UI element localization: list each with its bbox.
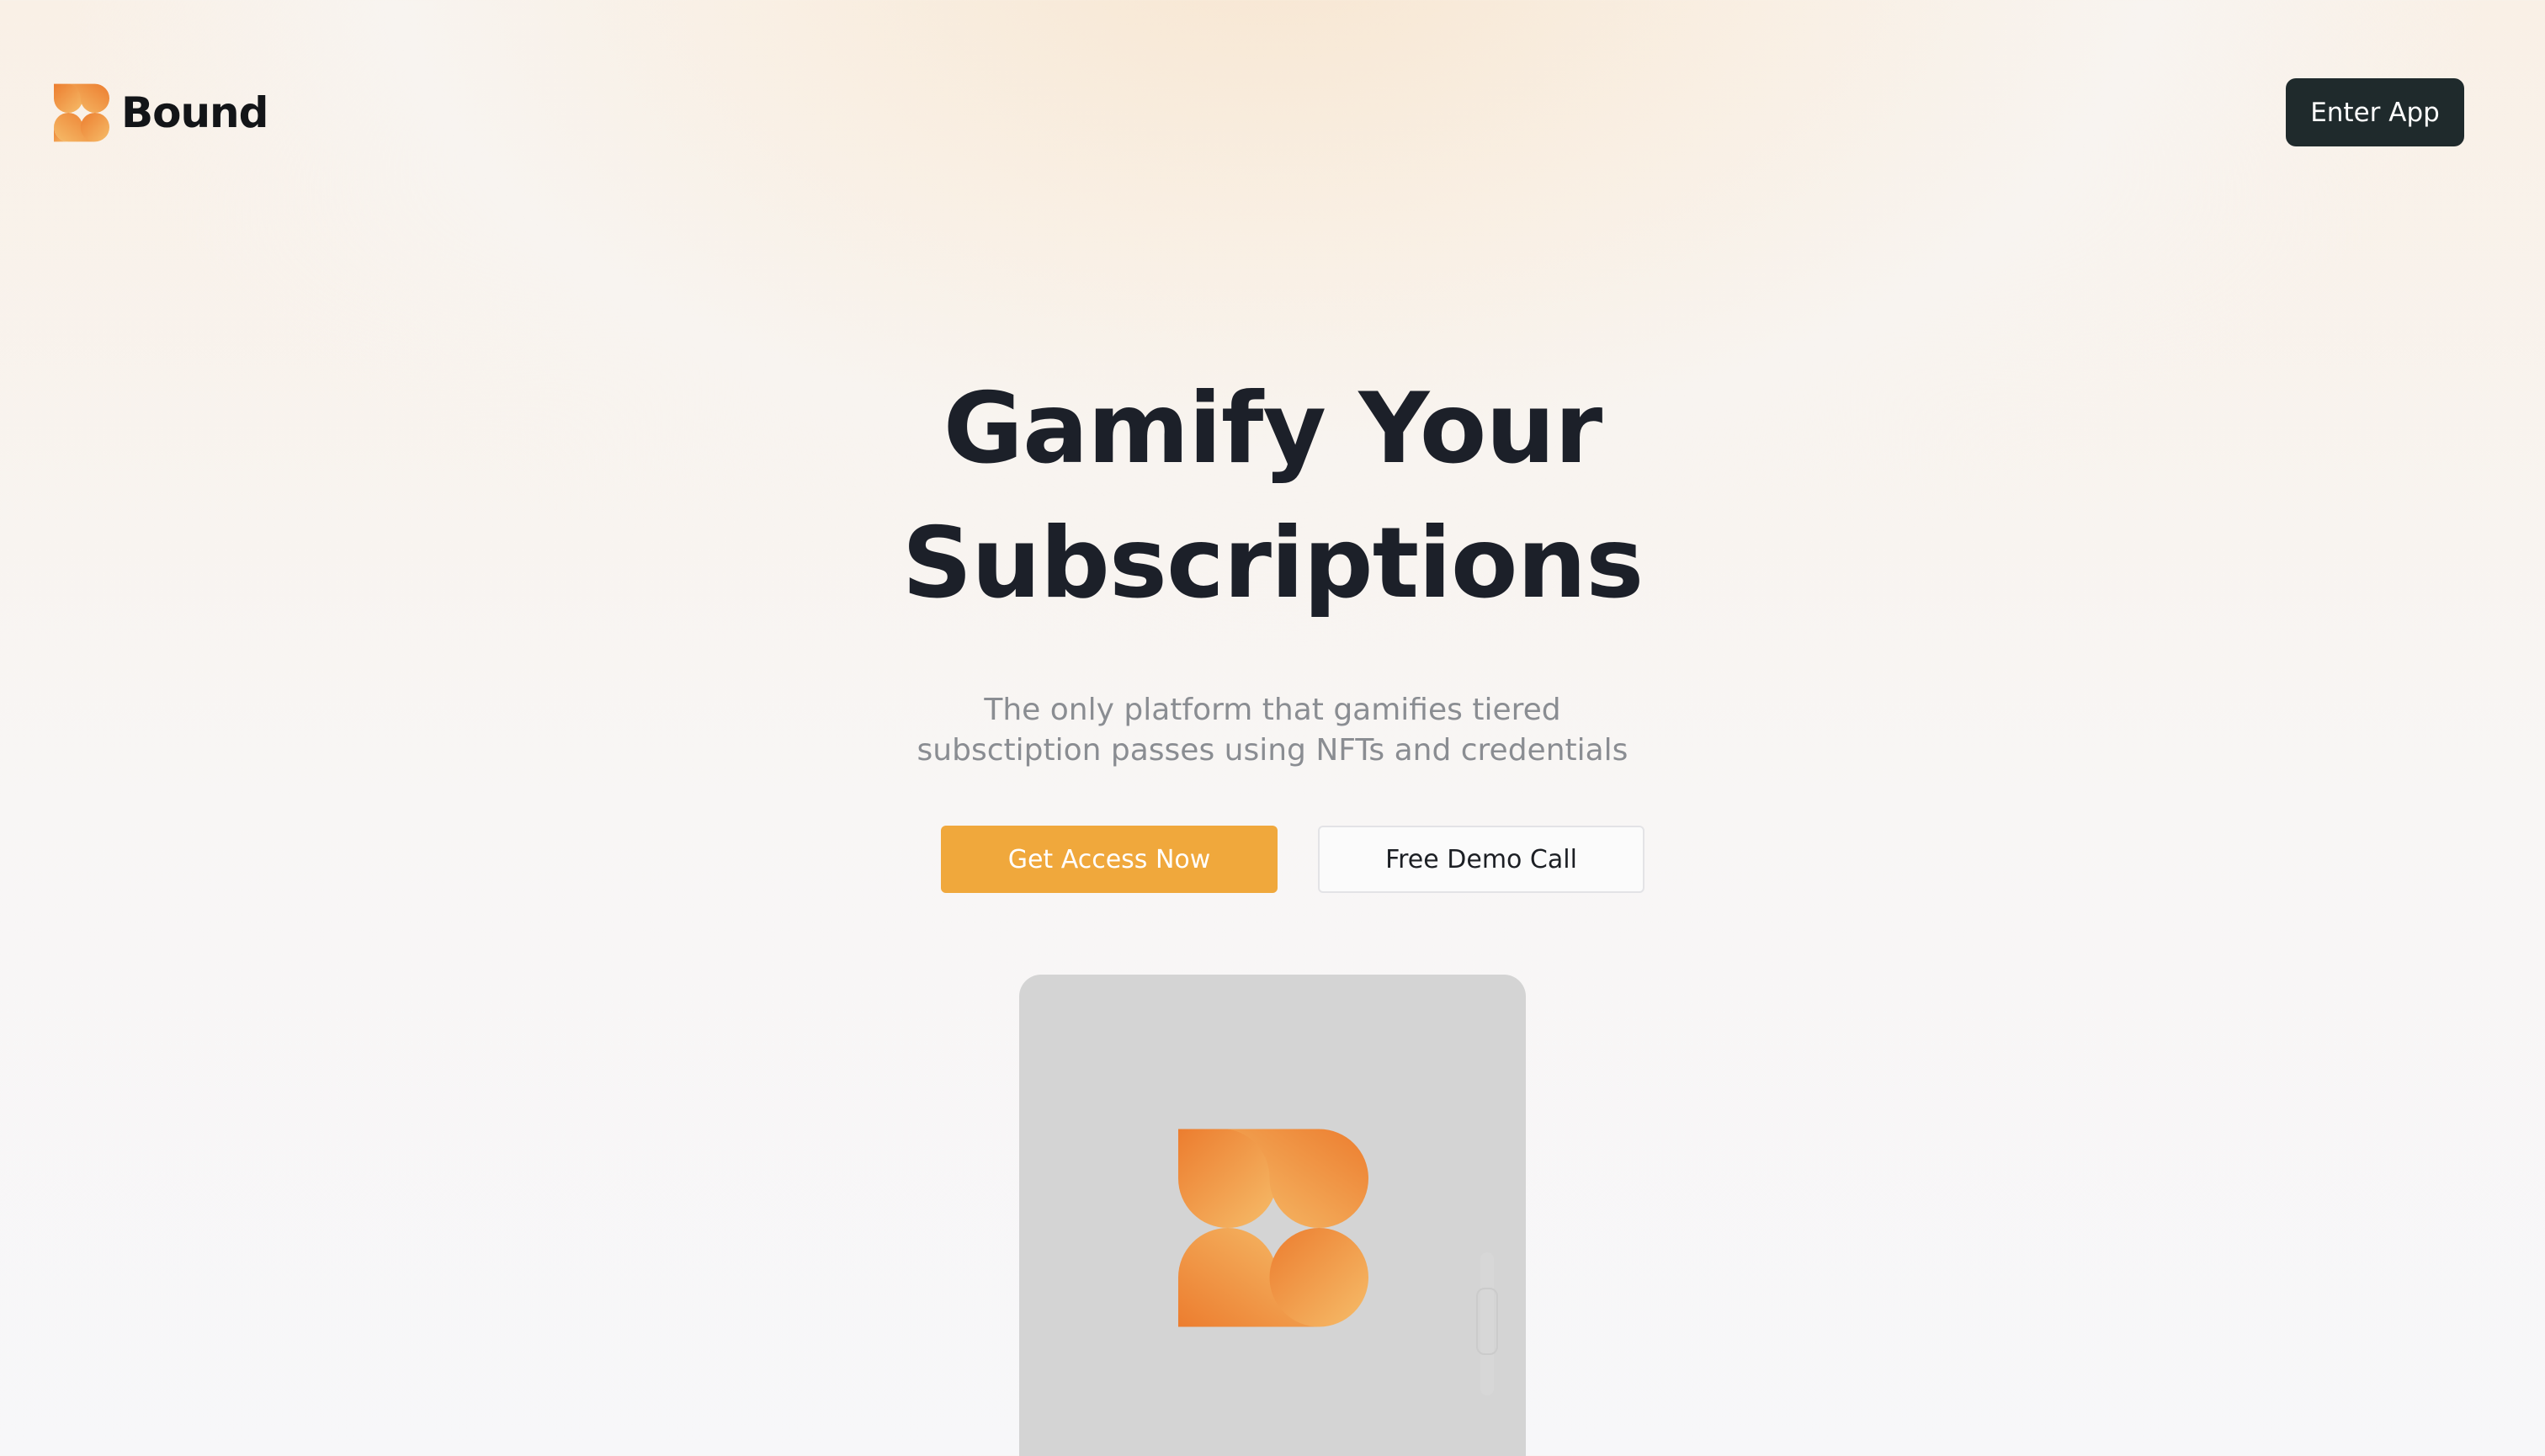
hero-subtitle-line-2: subsctiption passes using NFTs and crede… — [917, 733, 1628, 768]
preview-scroll-handle[interactable] — [1476, 1288, 1498, 1355]
hero-title-line-2: Subscriptions — [901, 507, 1644, 620]
brand-name: Bound — [121, 88, 268, 137]
app-preview-card — [1019, 975, 1526, 1456]
hero-subtitle: The only platform that gamifies tiered s… — [842, 690, 1703, 771]
bound-logo-icon — [1178, 1129, 1368, 1327]
hero-title-line-1: Gamify Your — [943, 372, 1602, 486]
brand[interactable]: Bound — [54, 82, 268, 143]
hero-title: Gamify Your Subscriptions — [0, 362, 2545, 631]
bound-logo-icon — [54, 83, 109, 142]
enter-app-button[interactable]: Enter App — [2286, 78, 2464, 146]
free-demo-call-button[interactable]: Free Demo Call — [1318, 826, 1644, 893]
get-access-now-button[interactable]: Get Access Now — [941, 826, 1278, 893]
landing-page: Bound Enter App Gamify Your Subscription… — [0, 0, 2545, 1456]
hero-subtitle-line-1: The only platform that gamifies tiered — [984, 693, 1561, 727]
